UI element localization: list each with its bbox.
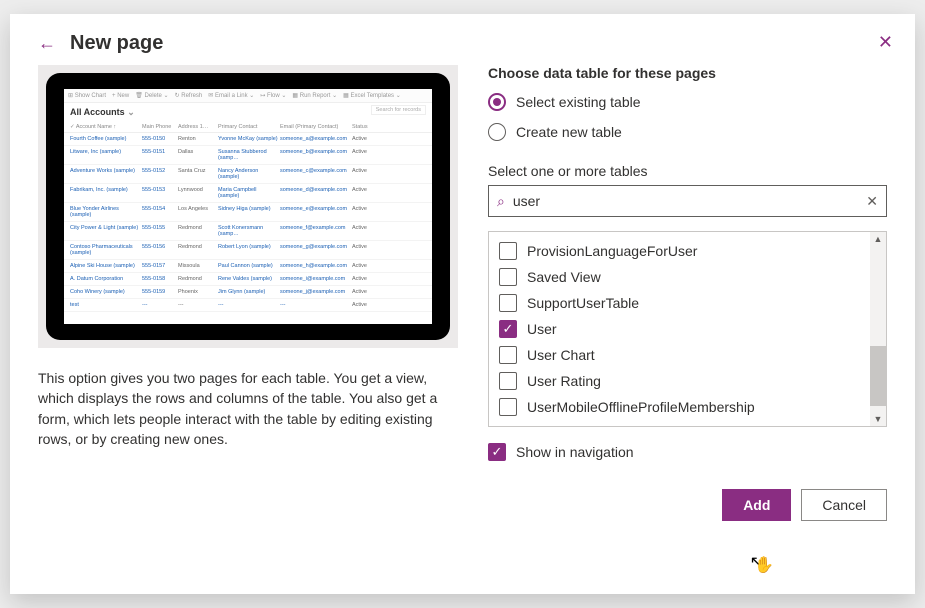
table-checkbox[interactable] <box>499 372 517 390</box>
table-option[interactable]: Saved View <box>493 264 866 290</box>
option-description: This option gives you two pages for each… <box>38 368 458 449</box>
dialog-footer: Add Cancel <box>488 489 887 521</box>
cursor-pointer-icon: ↖✋ <box>750 552 783 572</box>
preview-thumbnail: ⊞ Show Chart+ New🗑 Delete ⌄↻ Refresh✉ Em… <box>38 65 458 348</box>
dialog-title: New page <box>70 32 163 55</box>
table-option[interactable]: User Rating <box>493 368 866 394</box>
table-checkbox[interactable] <box>499 242 517 260</box>
search-icon: ⌕ <box>497 193 505 210</box>
show-nav-checkbox[interactable] <box>488 443 506 461</box>
table-checkbox[interactable] <box>499 398 517 416</box>
radio-icon <box>488 93 506 111</box>
table-option-label: Saved View <box>527 269 601 285</box>
radio-create-new[interactable]: Create new table <box>488 123 887 141</box>
table-option-label: SupportUserTable <box>527 295 639 311</box>
close-icon[interactable]: ✕ <box>878 32 893 53</box>
add-button[interactable]: Add <box>722 489 791 521</box>
preview-search: Search for records <box>371 105 426 115</box>
table-checkbox[interactable] <box>499 294 517 312</box>
radio-select-existing[interactable]: Select existing table <box>488 93 887 111</box>
radio-icon <box>488 123 506 141</box>
show-nav-label: Show in navigation <box>516 444 634 460</box>
clear-search-icon[interactable]: ✕ <box>866 193 878 210</box>
table-option-label: UserMobileOfflineProfileMembership <box>527 399 755 415</box>
show-in-navigation-row[interactable]: Show in navigation <box>488 443 887 461</box>
scroll-down-icon[interactable]: ▼ <box>874 412 883 426</box>
tables-list: ProvisionLanguageForUser Saved View Suppor… <box>488 231 887 427</box>
table-checkbox[interactable] <box>499 346 517 364</box>
new-page-dialog: ← New page ✕ ⊞ Show Chart+ New🗑 Delete ⌄… <box>10 14 915 594</box>
table-search-input[interactable] <box>511 192 866 210</box>
table-checkbox[interactable] <box>499 268 517 286</box>
table-checkbox[interactable] <box>499 320 517 338</box>
choose-data-heading: Choose data table for these pages <box>488 65 887 81</box>
table-option[interactable]: SupportUserTable <box>493 290 866 316</box>
table-option[interactable]: User <box>493 316 866 342</box>
list-scrollbar[interactable]: ▲ ▼ <box>870 232 886 426</box>
dialog-header: ← New page <box>38 32 887 55</box>
table-option[interactable]: User Chart <box>493 342 866 368</box>
table-option[interactable]: ProvisionLanguageForUser <box>493 238 866 264</box>
table-option-label: ProvisionLanguageForUser <box>527 243 697 259</box>
table-search-box[interactable]: ⌕ ✕ <box>488 185 887 217</box>
right-column: Choose data table for these pages Select… <box>488 65 887 521</box>
back-arrow-icon[interactable]: ← <box>38 33 56 54</box>
cancel-button[interactable]: Cancel <box>801 489 887 521</box>
radio-label: Create new table <box>516 124 622 140</box>
table-option[interactable]: UserMobileOfflineProfileMembership <box>493 394 866 420</box>
table-option-label: User <box>527 321 557 337</box>
select-tables-label: Select one or more tables <box>488 163 887 179</box>
table-option-label: User Chart <box>527 347 595 363</box>
scroll-up-icon[interactable]: ▲ <box>874 232 883 246</box>
table-option-label: User Rating <box>527 373 601 389</box>
scroll-thumb[interactable] <box>870 346 886 406</box>
left-column: ⊞ Show Chart+ New🗑 Delete ⌄↻ Refresh✉ Em… <box>38 65 458 521</box>
radio-label: Select existing table <box>516 94 641 110</box>
